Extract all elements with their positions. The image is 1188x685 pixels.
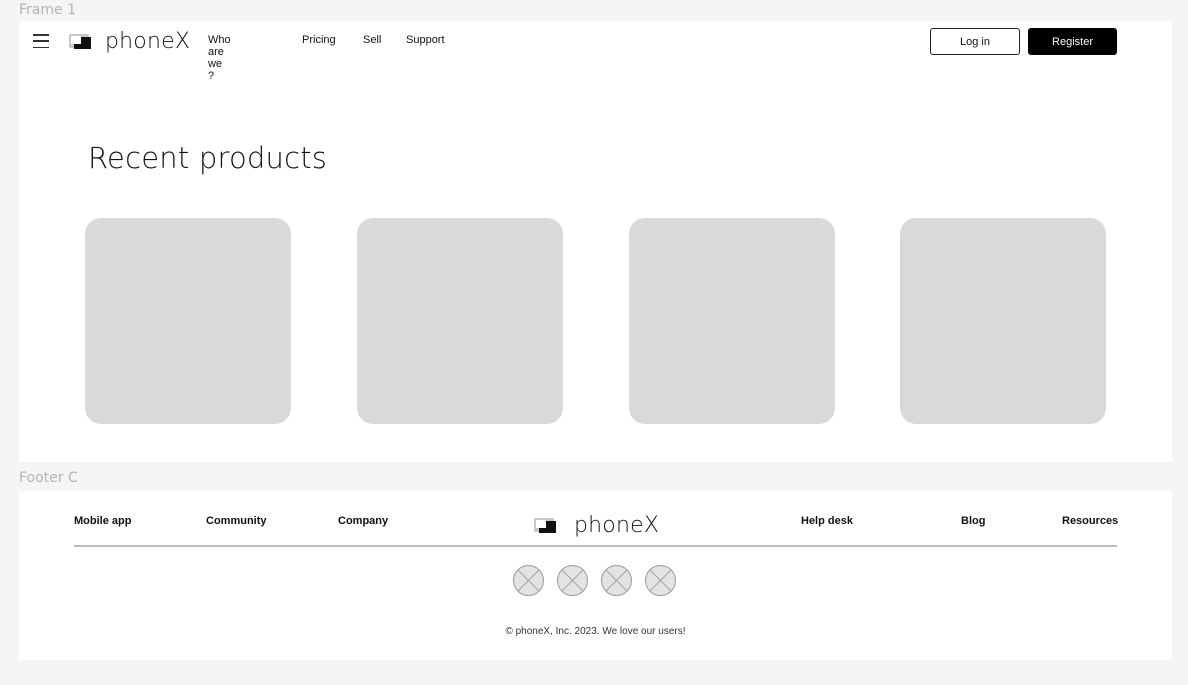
nav-link-pricing[interactable]: Pricing <box>302 34 336 46</box>
footer-link-company[interactable]: Company <box>338 515 388 527</box>
footer-link-resources[interactable]: Resources <box>1062 515 1118 527</box>
navbar: phoneX Who are we ? Pricing Sell Support… <box>19 21 1172 82</box>
register-button[interactable]: Register <box>1028 28 1117 55</box>
social-placeholder-icon[interactable] <box>557 565 588 596</box>
nav-link-support[interactable]: Support <box>406 34 445 46</box>
product-card[interactable] <box>629 218 835 424</box>
social-placeholder-icon[interactable] <box>645 565 676 596</box>
product-card[interactable] <box>85 218 291 424</box>
social-placeholder-icon[interactable] <box>601 565 632 596</box>
header-logo[interactable]: phoneX <box>69 29 190 54</box>
product-card[interactable] <box>357 218 563 424</box>
footer-link-help-desk[interactable]: Help desk <box>801 515 853 527</box>
footer-link-mobile-app[interactable]: Mobile app <box>74 515 131 527</box>
footer-link-community[interactable]: Community <box>206 515 267 527</box>
social-placeholder-icon[interactable] <box>513 565 544 596</box>
product-card[interactable] <box>900 218 1106 424</box>
hamburger-menu-icon[interactable] <box>33 34 49 48</box>
footer-logo[interactable]: phoneX <box>534 513 659 538</box>
logo-text: phoneX <box>574 513 660 538</box>
nav-link-sell[interactable]: Sell <box>363 34 381 46</box>
login-button[interactable]: Log in <box>930 28 1020 55</box>
footer: Mobile app Community Company phoneX Help… <box>19 491 1172 660</box>
copyright-text: © phoneX, Inc. 2023. We love our users! <box>505 626 686 637</box>
nav-link-who-are-we[interactable]: Who are we ? <box>208 34 231 82</box>
logo-text: phoneX <box>105 29 191 54</box>
footer-link-blog[interactable]: Blog <box>961 515 985 527</box>
page-title: Recent products <box>88 141 328 175</box>
logo-icon <box>69 33 91 50</box>
main-frame: phoneX Who are we ? Pricing Sell Support… <box>19 21 1172 462</box>
frame-label-main: Frame 1 <box>19 2 76 18</box>
logo-icon <box>534 517 556 534</box>
footer-divider <box>74 545 1117 547</box>
frame-label-footer: Footer C <box>19 470 78 486</box>
